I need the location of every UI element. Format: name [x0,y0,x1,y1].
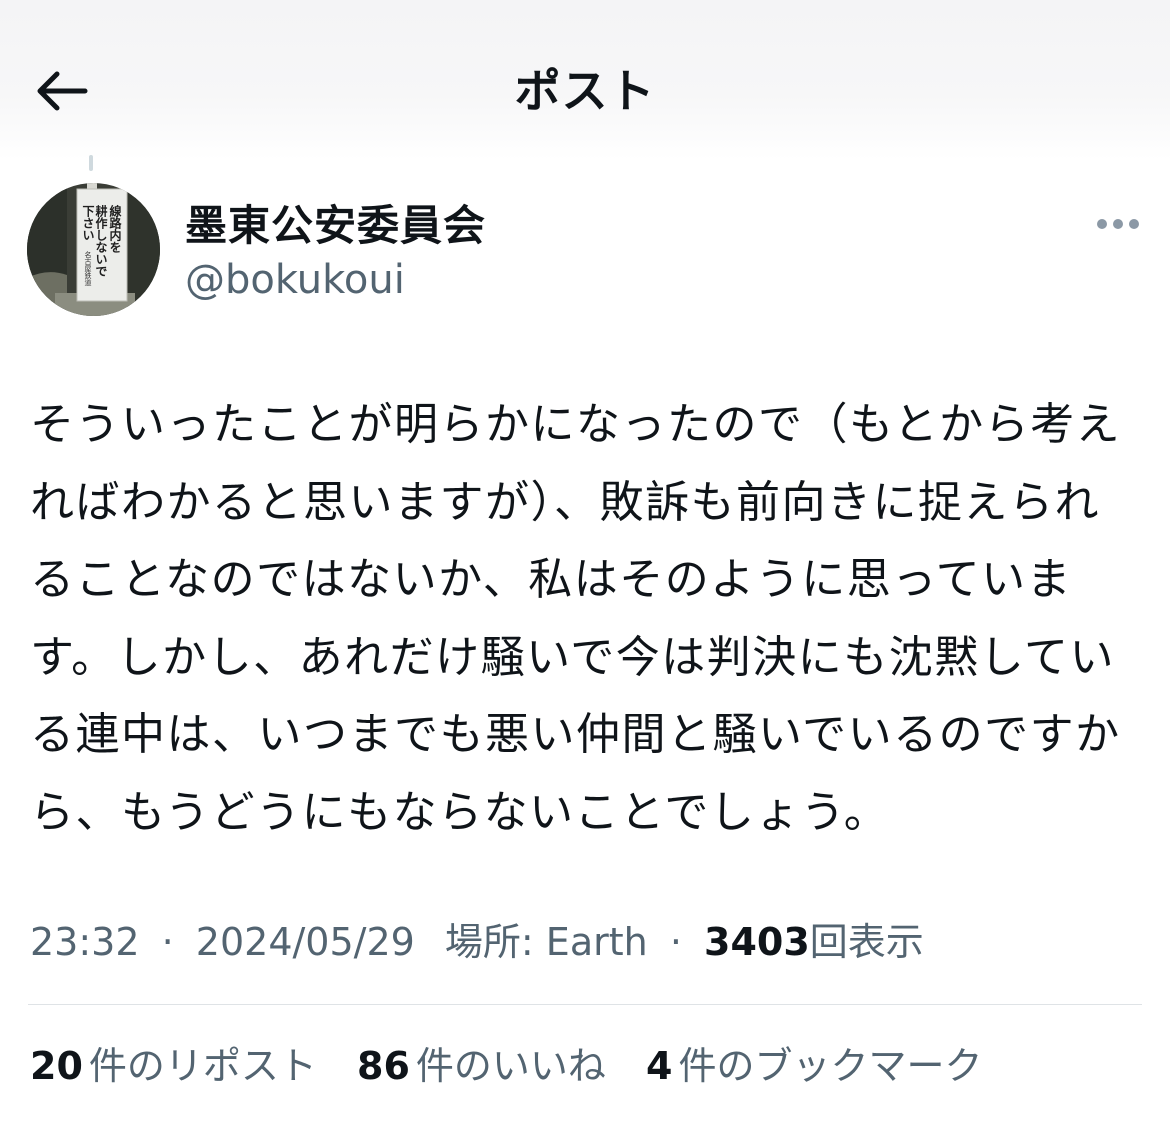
likes-count: 86 [357,1044,410,1088]
more-options-button[interactable] [1088,204,1148,244]
engagement-stats: 20 件のリポスト 86 件のいいね 4 件のブックマーク [30,1038,1010,1094]
bookmarks-count: 4 [646,1044,673,1088]
post-location: 場所: Earth [444,920,648,964]
avatar-sign-line-2: 耕作しないで [94,204,108,277]
divider [28,1004,1142,1005]
author-handle[interactable]: @bokukoui [185,256,405,304]
avatar-image: 線路内を 耕作しないで 下さい 名古屋鉄道 [27,183,160,316]
reposts-label: 件のリポスト [88,1044,317,1088]
author-display-name[interactable]: 墨東公安委員会 [185,200,486,252]
likes-stat[interactable]: 86 件のいいね [357,1038,606,1094]
likes-label: 件のいいね [415,1044,606,1088]
reposts-count: 20 [30,1044,83,1088]
views-label: 回表示 [809,920,924,964]
page-title: ポスト [514,64,656,118]
views-count[interactable]: 3403 [704,920,810,964]
bookmarks-stat[interactable]: 4 件のブックマーク [646,1038,982,1094]
meta-separator: · [161,920,174,964]
avatar-sign-line-1: 線路内を [108,204,122,253]
post-date[interactable]: 2024/05/29 [196,920,415,964]
more-dots-icon [1097,219,1139,229]
top-bar: ポスト [0,0,1170,160]
post-detail-screen: ポスト 線路内を 耕作しないで 下さい 名古屋鉄道 墨東公安委員会 @bokuk… [0,0,1170,1123]
avatar[interactable]: 線路内を 耕作しないで 下さい 名古屋鉄道 [27,183,160,316]
thread-connector-line [89,155,93,171]
post-metadata: 23:32 · 2024/05/29 場所: Earth · 3403回表示 [30,914,924,970]
meta-separator: · [669,920,682,964]
post-body-text: そういったことが明らかになったので（もとから考えればわかると思いますが）、敗訴も… [30,399,1122,838]
reposts-stat[interactable]: 20 件のリポスト [30,1038,317,1094]
bookmarks-label: 件のブックマーク [678,1044,983,1088]
avatar-sign-line-3: 下さい [81,205,95,241]
post-time[interactable]: 23:32 [30,920,140,964]
avatar-sign-line-4: 名古屋鉄道 [84,250,92,287]
